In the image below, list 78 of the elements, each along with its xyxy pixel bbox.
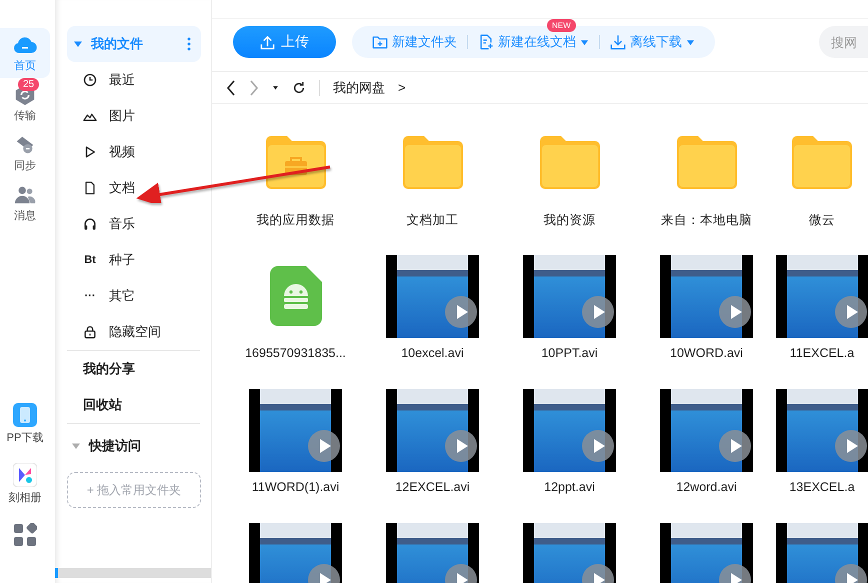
folder-plus-icon	[372, 34, 388, 50]
file-name[interactable]: 我的应用数据	[256, 212, 334, 230]
video-thumbnail[interactable]	[523, 388, 616, 472]
video-thumbnail[interactable]	[523, 522, 616, 583]
breadcrumb-separator: >	[398, 80, 406, 96]
play-button-icon	[445, 430, 477, 462]
file-name[interactable]: 12word.avi	[676, 480, 737, 494]
phone-app-icon	[13, 403, 37, 427]
file-name[interactable]: 12ppt.avi	[544, 480, 595, 494]
caret-icon	[272, 84, 279, 92]
file-name[interactable]: 11WORD(1).avi	[252, 480, 340, 494]
file-name[interactable]: 来自：本地电脑	[661, 212, 752, 230]
android-file-icon	[270, 266, 322, 326]
play-button-icon	[834, 296, 866, 328]
play-button-icon	[834, 430, 866, 462]
app-label[interactable]: 刻相册	[8, 490, 42, 505]
file-name[interactable]: 12EXCEL.avi	[395, 480, 470, 494]
count-badge: 25	[18, 78, 40, 91]
sidebar-item[interactable]: 文档	[109, 179, 135, 197]
sidebar-link[interactable]: 回收站	[67, 387, 201, 423]
video-thumbnail[interactable]	[386, 522, 479, 583]
play-button-icon	[719, 296, 751, 328]
sidebar-item[interactable]: 种子	[109, 251, 135, 269]
video-thumbnail[interactable]	[660, 522, 753, 583]
play-icon	[83, 145, 97, 159]
file-name[interactable]: 11EXCEL.a	[790, 346, 854, 360]
sidebar-item[interactable]: 最近	[109, 71, 135, 89]
document-icon	[83, 181, 97, 195]
video-thumbnail[interactable]	[660, 254, 753, 338]
headphones-icon	[83, 217, 97, 231]
new-badge: NEW	[547, 19, 576, 32]
sidebar-item[interactable]: 视频	[109, 143, 135, 161]
download-icon	[610, 34, 626, 50]
sidebar-item[interactable]: 其它	[109, 287, 135, 305]
video-thumbnail[interactable]	[776, 522, 868, 583]
file-name[interactable]: 文档加工	[406, 212, 458, 230]
album-app-icon	[13, 463, 37, 487]
video-thumbnail[interactable]	[776, 388, 868, 472]
document-plus-icon	[478, 34, 494, 50]
file-name[interactable]: 10PPT.avi	[541, 346, 598, 360]
sidebar-link[interactable]: 我的分享	[67, 351, 201, 387]
rail-tab[interactable]: 消息	[0, 178, 50, 228]
video-thumbnail[interactable]	[386, 388, 479, 472]
sidebar-item[interactable]: 图片	[109, 107, 135, 125]
refresh-icon	[292, 80, 306, 95]
video-thumbnail[interactable]	[776, 254, 868, 338]
upload-icon	[260, 34, 275, 50]
video-thumbnail[interactable]	[523, 254, 616, 338]
sidebar-item[interactable]: 隐藏空间	[109, 323, 161, 341]
apps-grid-icon	[13, 523, 37, 547]
file-name[interactable]: 1695570931835...	[245, 346, 346, 360]
video-thumbnail[interactable]	[249, 522, 342, 583]
section-header[interactable]: 快捷访问	[67, 424, 201, 468]
file-name[interactable]: 10excel.avi	[401, 346, 464, 360]
app-label[interactable]: PP下载	[6, 430, 44, 445]
rail-tab[interactable]: 传输 25	[0, 78, 50, 128]
breadcrumb-link[interactable]: 我的网盘	[333, 78, 385, 97]
play-button-icon	[308, 430, 340, 462]
video-thumbnail[interactable]	[249, 388, 342, 472]
search-field[interactable]: 搜网	[819, 26, 868, 58]
play-button-icon	[582, 430, 614, 462]
more-icon	[187, 37, 191, 51]
file-name[interactable]: 我的资源	[544, 212, 596, 230]
video-thumbnail[interactable]	[660, 388, 753, 472]
scrollbar[interactable]	[55, 568, 211, 578]
video-thumbnail[interactable]	[386, 254, 479, 338]
bt-icon: Bt	[83, 254, 97, 266]
play-button-icon	[445, 296, 477, 328]
file-name[interactable]: 微云	[809, 212, 835, 230]
file-name[interactable]: 13EXCEL.a	[789, 480, 855, 494]
sidebar-item[interactable]: 音乐	[109, 215, 135, 233]
dots-icon: ···	[83, 290, 97, 302]
lock-icon	[83, 325, 97, 339]
file-name[interactable]: 10WORD.avi	[670, 346, 743, 360]
clock-icon	[83, 73, 97, 87]
play-button-icon	[719, 430, 751, 462]
rail-tab[interactable]: 同步	[0, 128, 50, 178]
play-button-icon	[582, 296, 614, 328]
